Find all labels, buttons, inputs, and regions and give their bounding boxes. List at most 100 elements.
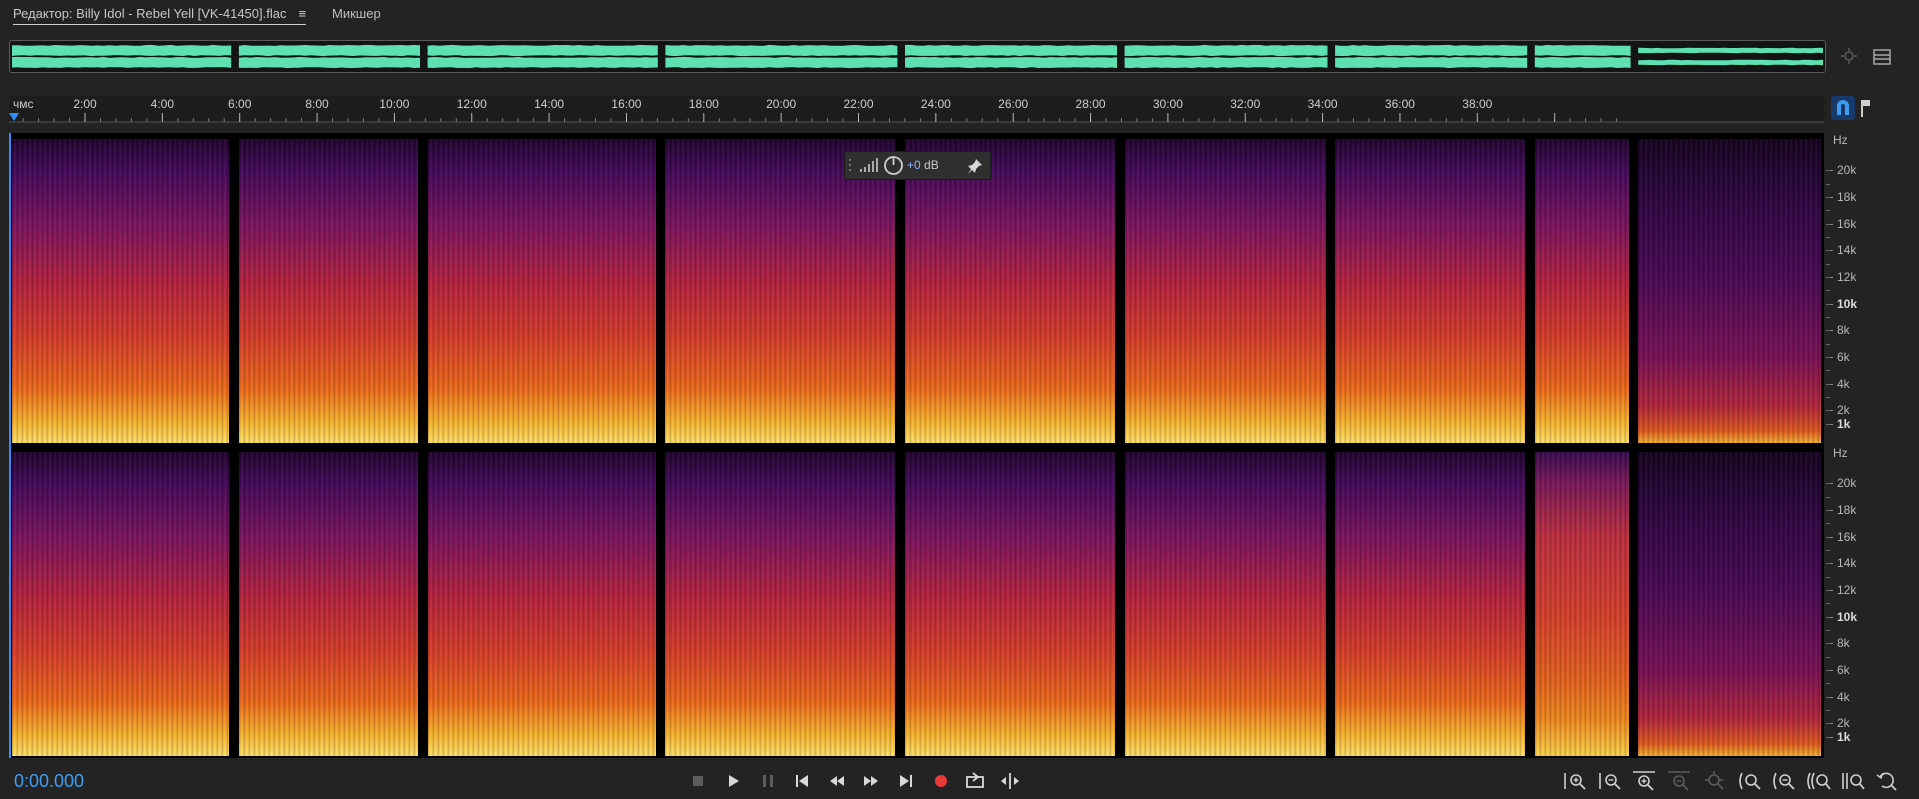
- spectrogram-segment: [1534, 139, 1629, 443]
- ruler-time-label: 36:00: [1385, 97, 1415, 111]
- frequency-label: 14k: [1837, 556, 1857, 571]
- zoom-in-time-icon[interactable]: [1735, 768, 1763, 794]
- frequency-axis-left-channel: Hz 20k 18k 16k 14k 12k 10k 8k 6k 4k 2k 1k: [1826, 133, 1919, 443]
- zoom-in-frequency-icon[interactable]: [1630, 768, 1658, 794]
- frequency-minor-tick: [1826, 603, 1830, 605]
- spectrogram-segment: [1638, 452, 1821, 756]
- frequency-minor-tick: [1826, 736, 1830, 738]
- transport-bar: 0:00.000: [0, 763, 1919, 799]
- ruler-time-label: 18:00: [689, 97, 719, 111]
- frequency-label: 20k: [1837, 476, 1857, 491]
- frequency-minor-tick: [1826, 630, 1830, 631]
- overview-waveform-segment: [427, 44, 658, 57]
- rewind-icon[interactable]: [824, 768, 850, 794]
- zoom-history-icon[interactable]: [1874, 768, 1902, 794]
- frequency-minor-tick: [1826, 683, 1830, 685]
- frequency-label: 16k: [1837, 529, 1857, 544]
- spectrogram-segment: [12, 139, 230, 443]
- spectrogram-segment: [238, 452, 418, 756]
- frequency-minor-tick: [1826, 250, 1830, 252]
- overview-waveform-segment: [238, 57, 420, 69]
- drag-handle-icon[interactable]: [847, 155, 853, 175]
- overview-waveform-segment: [1124, 56, 1328, 69]
- frequency-minor-tick: [1826, 317, 1830, 318]
- zoom-out-full-icon[interactable]: [1804, 768, 1832, 794]
- spectrogram-segment: [238, 139, 418, 443]
- document-tab-bar: Редактор: Billy Idol - Rebel Yell [VK-41…: [0, 0, 1919, 30]
- frequency-label: 1k: [1837, 416, 1851, 431]
- overview-waveform-segment: [665, 44, 898, 57]
- waveform-overview[interactable]: [9, 40, 1826, 73]
- spectrogram-segment: [427, 139, 656, 443]
- panel-options-icon[interactable]: [1872, 47, 1892, 67]
- frequency-minor-tick: [1826, 510, 1830, 511]
- frequency-minor-tick: [1826, 496, 1830, 498]
- frequency-minor-tick: [1826, 616, 1830, 618]
- zoom-navigator-icon[interactable]: [1838, 47, 1860, 67]
- gain-hud[interactable]: +0 dB: [844, 151, 991, 180]
- snap-magnet-icon[interactable]: [1830, 95, 1856, 121]
- frequency-minor-tick: [1826, 223, 1830, 225]
- spectrogram-segment: [1124, 452, 1326, 756]
- loop-playback-icon[interactable]: [962, 768, 988, 794]
- overview-waveform-segment: [1335, 44, 1528, 57]
- stop-icon[interactable]: [685, 768, 711, 794]
- playhead[interactable]: [9, 133, 13, 758]
- frequency-minor-tick: [1826, 370, 1830, 372]
- frequency-minor-tick: [1826, 397, 1830, 398]
- overview-waveform-segment: [1638, 59, 1823, 66]
- tab-mixer[interactable]: Микшер: [332, 6, 381, 21]
- frequency-label: 20k: [1837, 163, 1857, 178]
- spectrogram-channel-right[interactable]: [9, 446, 1824, 756]
- pause-icon[interactable]: [755, 768, 781, 794]
- fast-forward-icon[interactable]: [858, 768, 884, 794]
- play-icon[interactable]: [720, 768, 746, 794]
- zoom-to-selection-icon[interactable]: [1839, 768, 1867, 794]
- zoom-reset-icon[interactable]: [1700, 768, 1728, 794]
- spectrogram-segment: [904, 452, 1115, 756]
- ruler-time-label: 30:00: [1153, 97, 1183, 111]
- spectrogram-segment: [665, 139, 896, 443]
- ruler-time-label: 26:00: [998, 97, 1028, 111]
- frequency-minor-tick: [1826, 656, 1830, 658]
- frequency-label: 16k: [1837, 216, 1857, 231]
- ruler-time-label: 8:00: [305, 97, 329, 111]
- frequency-label: 12k: [1837, 583, 1857, 597]
- skip-to-end-icon[interactable]: [893, 768, 919, 794]
- time-display[interactable]: 0:00.000: [14, 771, 84, 792]
- time-ruler[interactable]: чмс 2:00 4:00 6:00 8:00 10:00 12:00 14:00 16:00…: [9, 96, 1824, 123]
- tab-editor[interactable]: Редактор: Billy Idol - Rebel Yell [VK-41…: [13, 6, 307, 25]
- zoom-out-frequency-icon[interactable]: [1665, 768, 1693, 794]
- gain-knob-icon[interactable]: [883, 155, 904, 176]
- overview-waveform-segment: [238, 44, 420, 57]
- menu-icon[interactable]: ≡: [298, 6, 306, 21]
- ruler-time-label: 32:00: [1230, 97, 1260, 111]
- record-icon[interactable]: [928, 768, 954, 794]
- frequency-minor-tick: [1826, 357, 1830, 358]
- frequency-label: 4k: [1837, 689, 1850, 704]
- zoom-out-time-icon[interactable]: [1769, 768, 1797, 794]
- skip-to-start-icon[interactable]: [789, 768, 815, 794]
- frequency-label: 18k: [1837, 503, 1857, 517]
- zoom-out-amplitude-icon[interactable]: [1596, 768, 1624, 794]
- skip-selection-icon[interactable]: [997, 768, 1023, 794]
- overview-waveform-segment: [905, 56, 1117, 69]
- pin-icon[interactable]: [966, 157, 984, 175]
- frequency-minor-tick: [1826, 410, 1830, 412]
- zoom-in-amplitude-icon[interactable]: [1561, 768, 1589, 794]
- spectral-display[interactable]: [9, 133, 1824, 758]
- ruler-time-label: 38:00: [1462, 97, 1492, 111]
- frequency-minor-tick: [1826, 643, 1830, 645]
- playhead-marker-icon[interactable]: [9, 113, 19, 121]
- frequency-label: 6k: [1837, 663, 1850, 677]
- frequency-minor-tick: [1826, 523, 1830, 525]
- spectrogram-segment: [1638, 139, 1821, 443]
- frequency-minor-tick: [1826, 290, 1830, 292]
- frequency-label: 2k: [1837, 716, 1850, 731]
- ruler-time-label: 22:00: [843, 97, 873, 111]
- frequency-minor-tick: [1826, 210, 1830, 212]
- gain-value[interactable]: +0 dB: [907, 158, 939, 172]
- overview-waveform-segment: [1638, 47, 1823, 54]
- spectrogram-segment: [904, 139, 1115, 443]
- marker-pin-icon[interactable]: [1858, 97, 1876, 119]
